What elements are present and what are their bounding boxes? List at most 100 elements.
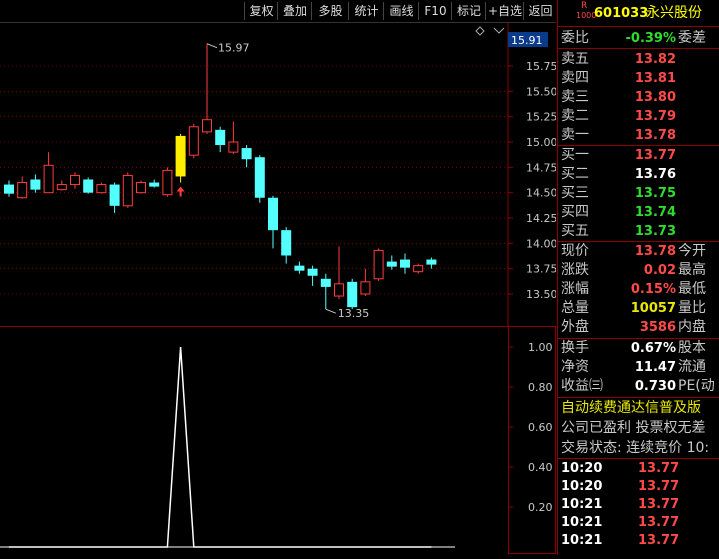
buy-level-3: 买三 13.75 (558, 184, 719, 203)
tick-price: 13.77 (638, 533, 680, 548)
tick-row: 10:20 13.77 (558, 459, 719, 478)
tick-time: 10:20 (561, 479, 603, 494)
tick-row: 10:21 13.77 (558, 531, 719, 550)
buy-level-1-value: 13.77 (634, 148, 676, 163)
stat-4-right-label: 内盘 (678, 319, 706, 335)
price-tick-label: 14.25 (526, 212, 556, 225)
stat-0-right-label: 今开 (678, 243, 706, 259)
stat-4-label: 外盘 (561, 319, 589, 335)
indicator-line (9, 346, 432, 548)
sell-level-4: 卖四 13.81 (558, 69, 719, 88)
sell-level-1-label: 卖一 (561, 127, 589, 143)
buy-level-5-label: 买五 (561, 223, 589, 239)
buy-level-3-label: 买三 (561, 185, 589, 201)
sell-level-4-value: 13.81 (634, 71, 676, 86)
stat-2-label: 涨幅 (561, 281, 589, 297)
candle-body (215, 129, 226, 146)
indicator-tick-label: 0.80 (528, 381, 553, 394)
toolbar-button-7[interactable]: 标记 (451, 2, 486, 20)
toolbar-button-3[interactable]: 多股 (311, 2, 349, 20)
sell-level-3: 卖三 13.80 (558, 88, 719, 107)
weibi-label: 委比 (561, 30, 589, 46)
stat2-0-value: 0.67% (630, 341, 676, 356)
tick-time: 10:21 (561, 533, 603, 548)
sell-level-2: 卖二 13.79 (558, 107, 719, 126)
toolbar-button-8[interactable]: +自选 (485, 2, 524, 20)
indicator-tick-label: 0.20 (528, 501, 553, 514)
candle-body (136, 182, 146, 194)
r-badge: R (581, 1, 588, 11)
stat-1: 涨跌 0.02 最高 (558, 261, 719, 280)
divider (558, 48, 719, 49)
sell-level-5-label: 卖五 (561, 51, 589, 67)
stock-header[interactable]: R 1000 601033 永兴股份 (558, 1, 719, 24)
indicator-tick-label: 0.40 (528, 461, 553, 474)
info-row: 公司已盈利 投票权无差 (558, 419, 719, 438)
price-tick-label: 14.50 (526, 187, 556, 200)
stat-3-value: 10057 (630, 301, 676, 316)
price-tick-label: 15.00 (526, 136, 556, 149)
stat2-0-label: 换手 (561, 340, 589, 356)
weibi-row: 委比 -0.39% 委差 (558, 29, 719, 48)
toolbar-button-2[interactable]: 叠加 (277, 2, 312, 20)
indicator-tick-label: 0.60 (528, 421, 553, 434)
toolbar-button-4[interactable]: 统计 (348, 2, 384, 20)
candle-body (400, 259, 410, 268)
tick-price: 13.77 (638, 497, 680, 512)
stat2-1: 净资 11.47 流通 (558, 358, 719, 377)
price-tick-label: 15.50 (526, 85, 556, 98)
weicha-label: 委差 (678, 30, 706, 46)
tick-price: 13.77 (638, 461, 680, 476)
candle-body (70, 174, 80, 186)
stat-3-right-label: 量比 (678, 300, 706, 316)
stat2-1-label: 净资 (561, 359, 589, 375)
buy-level-1-label: 买一 (561, 147, 589, 163)
stat2-0: 换手 0.67% 股本 (558, 339, 719, 358)
stock-code: 601033 (594, 6, 649, 21)
sell-level-2-value: 13.79 (634, 109, 676, 124)
buy-level-4: 买四 13.74 (558, 203, 719, 222)
candle-body (294, 265, 305, 271)
notice-row[interactable]: 自动续费通达信普及版 (558, 399, 719, 418)
chart-area[interactable]: 15.75 15.50 15.25 15.00 14.75 14.50 14.25 14.00… (0, 23, 558, 555)
tick-time: 10:20 (561, 461, 603, 476)
trade-status: 交易状态: 连续竞价 10: (561, 440, 710, 456)
toolbar-button-5[interactable]: 画线 (383, 2, 419, 20)
candle-body (413, 265, 424, 273)
stat-1-value: 0.02 (643, 263, 676, 278)
tick-row: 10:21 13.77 (558, 513, 719, 532)
buy-level-2-value: 13.76 (634, 167, 676, 182)
candle-body (373, 249, 384, 280)
candle-body (360, 281, 371, 295)
notice-text[interactable]: 自动续费通达信普及版 (561, 399, 701, 418)
candle-body (281, 230, 292, 256)
stat-1-right-label: 最高 (678, 262, 706, 278)
buy-level-1: 买一 13.77 (558, 146, 719, 165)
chart-toolbar: 复权 叠加 多股 统计 画线 F10 标记 +自选 返回 (0, 0, 556, 23)
candle-body (109, 184, 120, 206)
candle-body (56, 184, 67, 191)
candle-body (162, 169, 173, 196)
price-tick-label: 13.50 (526, 288, 556, 301)
stat-3: 总量 10057 量比 (558, 299, 719, 318)
chart-svg[interactable]: 15.75 15.50 15.25 15.00 14.75 14.50 14.25 14.00… (0, 23, 558, 555)
stat-2: 涨幅 0.15% 最低 (558, 280, 719, 299)
high-price-label: 15.97 (218, 42, 250, 55)
stat2-1-value: 11.47 (634, 360, 676, 375)
candle-body (334, 283, 344, 297)
toolbar-button-6[interactable]: F10 (418, 2, 452, 20)
stat-3-label: 总量 (561, 300, 589, 316)
buy-level-5-value: 13.73 (634, 224, 676, 239)
price-tick-label: 14.75 (526, 161, 556, 174)
candle-body (17, 182, 28, 199)
toolbar-button-9[interactable]: 返回 (523, 2, 557, 20)
low-marker-line (325, 308, 336, 314)
divider (558, 26, 719, 27)
stat-1-label: 涨跌 (561, 262, 589, 278)
stat2-2: 收益㈢ 0.730 PE(动 (558, 377, 719, 396)
candle-body (320, 278, 331, 287)
toolbar-button-1[interactable]: 复权 (244, 2, 278, 20)
tick-row: 10:21 13.77 (558, 495, 719, 514)
stat-4-value: 3586 (639, 320, 676, 335)
candle-body (96, 184, 107, 194)
